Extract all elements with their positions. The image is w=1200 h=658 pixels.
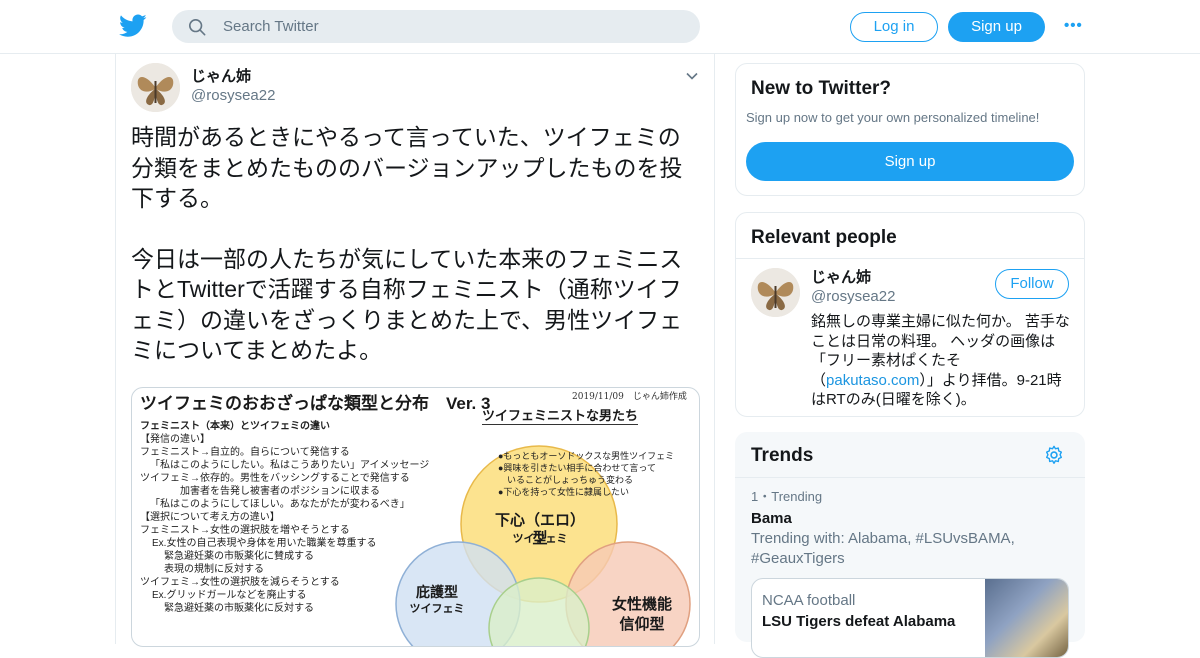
- news-thumbnail-image: [985, 579, 1068, 657]
- moth-avatar-image: [131, 63, 180, 112]
- moth-avatar-image: [751, 268, 800, 317]
- search-input[interactable]: Search Twitter: [172, 10, 700, 43]
- relevant-people-title: Relevant people: [751, 227, 897, 248]
- new-to-twitter-card: New to Twitter? Sign up now to get your …: [735, 63, 1085, 196]
- news-headline: LSU Tigers defeat Alabama: [762, 613, 956, 630]
- infographic-bullet: いることがしょっちゅう変わる: [498, 475, 634, 485]
- tweet-author-handle[interactable]: @rosysea22: [191, 87, 275, 105]
- tweet-author-name[interactable]: じゃん姉: [191, 68, 251, 86]
- infographic-bullet: ●下心を持って女性に隷属したい: [498, 487, 629, 497]
- trend-topic[interactable]: Bama: [751, 509, 792, 528]
- relevant-people-card: Relevant people じゃん姉 @rosysea22 Follow 銘…: [735, 212, 1085, 417]
- new-to-twitter-title: New to Twitter?: [751, 78, 892, 99]
- tweet-media-image[interactable]: ツイフェミのおおざっぱな類型と分布 Ver. 3 2019/11/09 じゃん姉…: [131, 387, 700, 647]
- twitter-bird-icon[interactable]: [119, 13, 147, 39]
- trend-related-tags: Trending with: Alabama, #LSUvsBAMA, #Gea…: [751, 530, 1015, 567]
- relevant-user-handle[interactable]: @rosysea22: [811, 288, 895, 306]
- new-to-twitter-subtitle: Sign up now to get your own personalized…: [746, 110, 1040, 125]
- sidebar-signup-button[interactable]: Sign up: [746, 142, 1074, 181]
- venn-label-right: 女性機能: [611, 596, 672, 613]
- news-category: NCAA football: [762, 592, 856, 609]
- trend-news-card[interactable]: NCAA football LSU Tigers defeat Alabama: [751, 578, 1069, 658]
- trend-rank: 1・Trending: [751, 489, 823, 504]
- gear-icon[interactable]: [1043, 444, 1065, 466]
- search-icon: [188, 18, 206, 36]
- tweet-text: 時間があるときにやるって言っていた、ツイフェミの分類をまとめたもののバージョンア…: [131, 122, 703, 366]
- chevron-down-icon[interactable]: [685, 69, 699, 83]
- infographic-bullet: ●興味を引きたい相手に合わせて言って: [498, 463, 656, 473]
- venn-label-left: 庇護型: [416, 584, 458, 600]
- search-placeholder: Search Twitter: [223, 18, 319, 35]
- tweet-card: じゃん姉 @rosysea22 時間があるときにやるって言っていた、ツイフェミの…: [115, 54, 715, 647]
- trends-title: Trends: [751, 445, 814, 466]
- divider: [736, 258, 1084, 259]
- tweet-paragraph: 今日は一部の人たちが気にしていた本来のフェミニストとTwitterで活躍する自称…: [131, 245, 683, 364]
- trends-card: Trends 1・Trending Bama Trending with: Al…: [735, 432, 1085, 658]
- tweet-paragraph: 時間があるときにやるって言っていた、ツイフェミの分類をまとめたもののバージョンア…: [131, 124, 683, 211]
- venn-label-right-sub: 信仰型: [619, 616, 665, 633]
- bio-link[interactable]: pakutaso.com: [826, 372, 919, 389]
- signup-button[interactable]: Sign up: [948, 12, 1045, 42]
- infographic-bullets: ●もっともオーソドックスな男性ツイフェミ ●興味を引きたい相手に合わせて言って …: [498, 450, 674, 498]
- follow-button[interactable]: Follow: [995, 269, 1069, 299]
- relevant-user-name[interactable]: じゃん姉: [811, 269, 871, 287]
- top-navigation-bar: Search Twitter Log in Sign up •••: [0, 0, 1200, 54]
- venn-label-left-sub: ツイフェミ: [409, 603, 465, 615]
- avatar[interactable]: [131, 63, 180, 112]
- avatar[interactable]: [751, 268, 800, 317]
- divider: [735, 477, 1085, 478]
- venn-label-main-sub: ツイフェミ: [512, 533, 568, 545]
- infographic-bullet: ●もっともオーソドックスな男性ツイフェミ: [498, 451, 675, 461]
- more-options-icon[interactable]: •••: [1064, 18, 1086, 34]
- relevant-user-bio: 銘無しの専業主婦に似た何か。 苦手なことは日常の料理。 ヘッダの画像は「フリー素…: [811, 312, 1073, 410]
- login-button[interactable]: Log in: [850, 12, 938, 42]
